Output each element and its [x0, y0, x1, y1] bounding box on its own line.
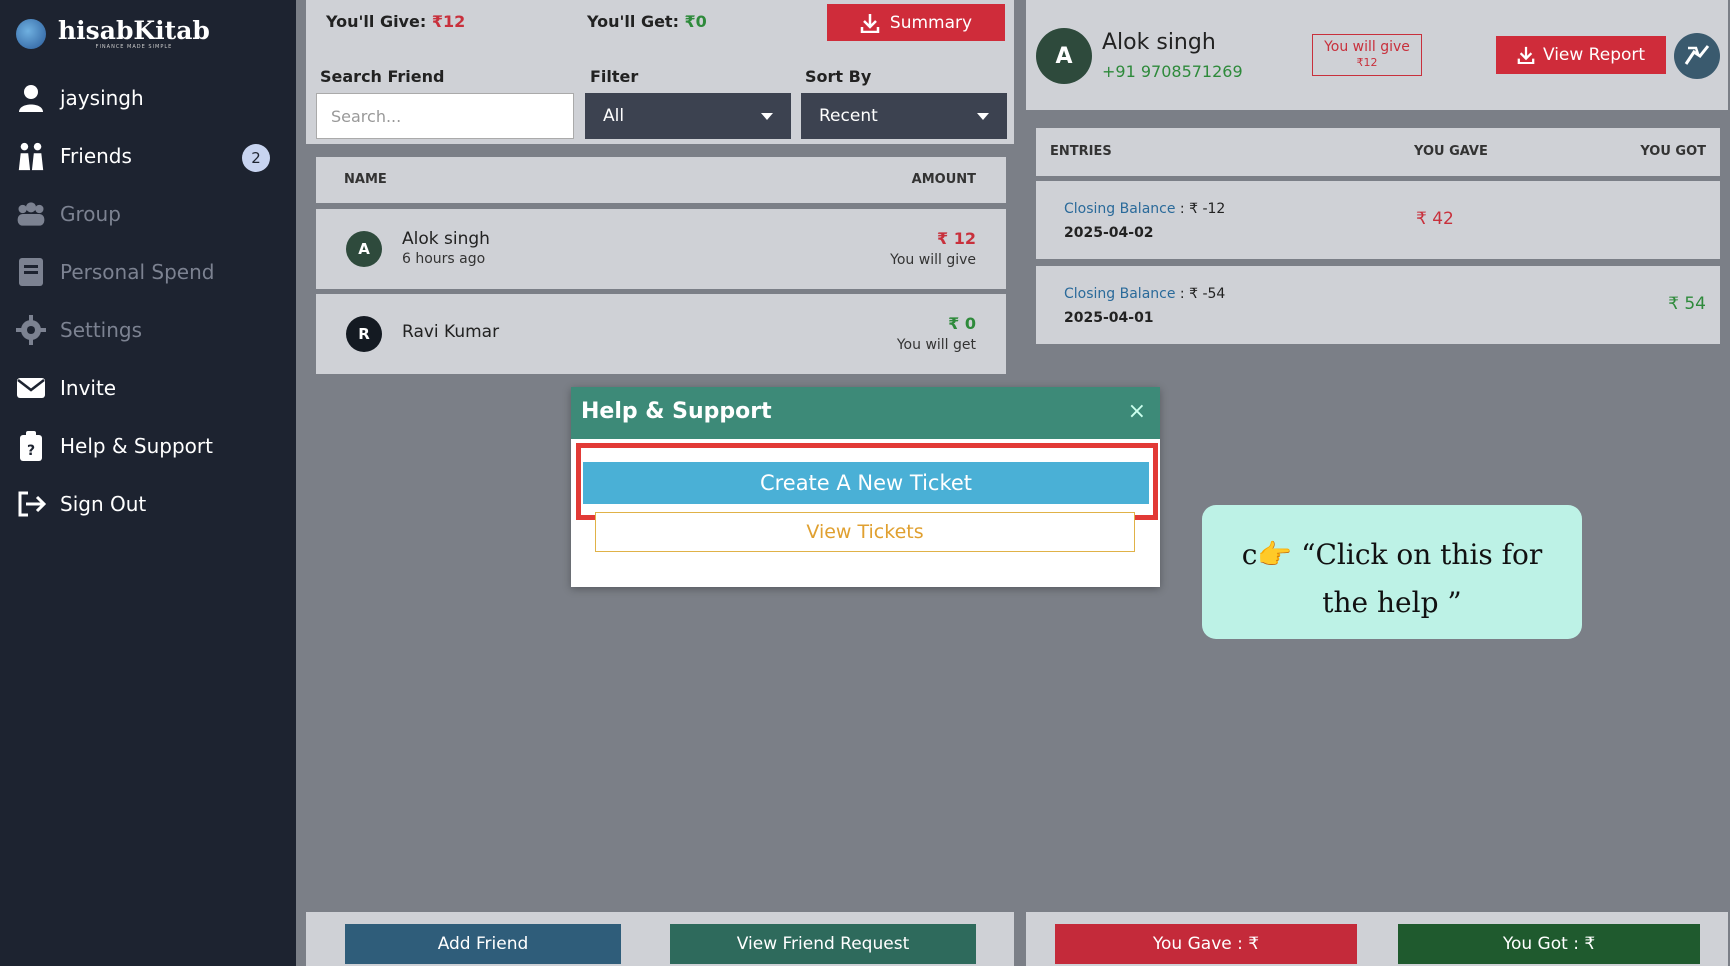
callout-line-1: c👉 “Click on this for: [1241, 538, 1543, 571]
download-icon: [1517, 46, 1535, 64]
tutorial-callout: c👉 “Click on this for the help ”: [1202, 505, 1582, 639]
friend-name: Ravi Kumar: [402, 322, 500, 342]
brand-name: hisabKitab: [58, 16, 210, 45]
column-you-got: YOU GOT: [1640, 144, 1706, 159]
sidebar-item-personal-spend[interactable]: Personal Spend: [16, 257, 214, 287]
sidebar-item-label: Help & Support: [60, 434, 213, 458]
sidebar-item-label: Group: [60, 202, 121, 226]
gear-icon: [16, 315, 46, 345]
entry-row[interactable]: Closing Balance : ₹ -12 2025-04-02 ₹ 42: [1036, 181, 1720, 259]
summary-button-label: Summary: [889, 12, 973, 33]
user-icon: [16, 83, 46, 113]
you-got-button[interactable]: You Got : ₹: [1398, 924, 1700, 964]
entry-date: 2025-04-02: [1064, 225, 1154, 241]
filter-label: Filter: [590, 67, 639, 86]
view-friend-request-button[interactable]: View Friend Request: [670, 924, 976, 964]
friend-status: You will get: [896, 337, 976, 353]
entry-got: ₹ 54: [1668, 294, 1706, 314]
sidebar-item-profile[interactable]: jaysingh: [16, 83, 144, 113]
column-entries: ENTRIES: [1050, 144, 1112, 159]
column-you-gave: YOU GAVE: [1414, 144, 1488, 159]
detail-name: Alok singh: [1102, 30, 1216, 55]
entry-row[interactable]: Closing Balance : ₹ -54 2025-04-01 ₹ 54: [1036, 266, 1720, 344]
friend-time: 6 hours ago: [402, 251, 486, 267]
callout-line-2: the help ”: [1322, 586, 1462, 619]
sidebar-item-label: Personal Spend: [60, 260, 215, 284]
sidebar-item-settings[interactable]: Settings: [16, 315, 142, 345]
friend-status: You will give: [890, 252, 976, 268]
sidebar-item-label: Invite: [60, 376, 117, 400]
clipboard-question-icon: ?: [16, 431, 46, 461]
status-badge-amount: ₹12: [1356, 56, 1378, 69]
close-icon[interactable]: ×: [1128, 399, 1146, 424]
closing-balance: Closing Balance : ₹ -12: [1064, 201, 1226, 217]
you-gave-button[interactable]: You Gave : ₹: [1055, 924, 1357, 964]
modal-header: Help & Support ×: [571, 387, 1160, 439]
globe-icon: [16, 19, 46, 49]
view-report-label: View Report: [1542, 45, 1646, 65]
friend-amount: ₹ 12: [937, 229, 976, 248]
entries-header: ENTRIES YOU GAVE YOU GOT: [1036, 128, 1720, 176]
friend-row[interactable]: A Alok singh 6 hours ago ₹ 12 You will g…: [316, 209, 1006, 289]
caret-down-icon: [761, 112, 773, 120]
sidebar-item-group[interactable]: Group: [16, 199, 121, 229]
sign-out-icon: [16, 489, 46, 519]
add-friend-button[interactable]: Add Friend: [345, 924, 621, 964]
sort-value: Recent: [819, 106, 878, 126]
brand-logo[interactable]: hisabKitab FINANCE MADE SIMPLE: [16, 18, 210, 50]
friend-list-header: NAME AMOUNT: [316, 157, 1006, 203]
sidebar-item-label: Settings: [60, 318, 143, 342]
friend-row[interactable]: R Ravi Kumar ₹ 0 You will get: [316, 294, 1006, 374]
filter-select[interactable]: All: [585, 93, 791, 139]
download-icon: [860, 13, 880, 33]
group-icon: [16, 199, 46, 229]
friends-count-badge: 2: [242, 144, 270, 172]
closing-balance: Closing Balance : ₹ -54: [1064, 286, 1226, 302]
sidebar-item-sign-out[interactable]: Sign Out: [16, 489, 146, 519]
friends-icon: [16, 141, 46, 171]
sidebar-item-help-support[interactable]: ? Help & Support: [16, 431, 213, 461]
book-icon: [16, 257, 46, 287]
filter-value: All: [603, 106, 625, 126]
summary-button[interactable]: Summary: [827, 4, 1005, 41]
sort-select[interactable]: Recent: [801, 93, 1007, 139]
status-badge: You will give ₹12: [1312, 34, 1422, 76]
brand-tagline: FINANCE MADE SIMPLE: [95, 44, 173, 50]
column-amount: AMOUNT: [911, 172, 976, 187]
sidebar-item-friends[interactable]: Friends: [16, 141, 132, 171]
detail-phone: +91 9708571269: [1102, 62, 1243, 81]
envelope-icon: [16, 373, 46, 403]
friend-name: Alok singh: [402, 229, 490, 249]
entry-date: 2025-04-01: [1064, 310, 1154, 326]
avatar: A: [1036, 28, 1092, 84]
avatar: R: [346, 316, 382, 352]
avatar: A: [346, 231, 382, 267]
search-input[interactable]: Search...: [316, 93, 574, 139]
status-badge-label: You will give: [1324, 39, 1410, 55]
sidebar: hisabKitab FINANCE MADE SIMPLE jaysingh …: [0, 0, 296, 966]
modal-title: Help & Support: [581, 399, 772, 424]
remind-icon[interactable]: [1674, 33, 1720, 79]
view-tickets-button[interactable]: View Tickets: [595, 512, 1135, 552]
svg-text:?: ?: [27, 443, 35, 459]
sidebar-item-label: Sign Out: [60, 492, 147, 516]
search-label: Search Friend: [320, 67, 445, 86]
sidebar-item-invite[interactable]: Invite: [16, 373, 116, 403]
caret-down-icon: [977, 112, 989, 120]
friend-amount: ₹ 0: [948, 314, 976, 333]
sort-label: Sort By: [805, 67, 872, 86]
sidebar-item-label: jaysingh: [60, 86, 144, 110]
column-name: NAME: [344, 172, 387, 187]
sidebar-item-label: Friends: [60, 144, 132, 168]
entry-gave: ₹ 42: [1416, 209, 1454, 229]
highlight-box: [576, 443, 1158, 520]
total-give: You'll Give: ₹12: [326, 12, 466, 31]
view-report-button[interactable]: View Report: [1496, 36, 1666, 74]
total-get: You'll Get: ₹0: [587, 12, 707, 31]
